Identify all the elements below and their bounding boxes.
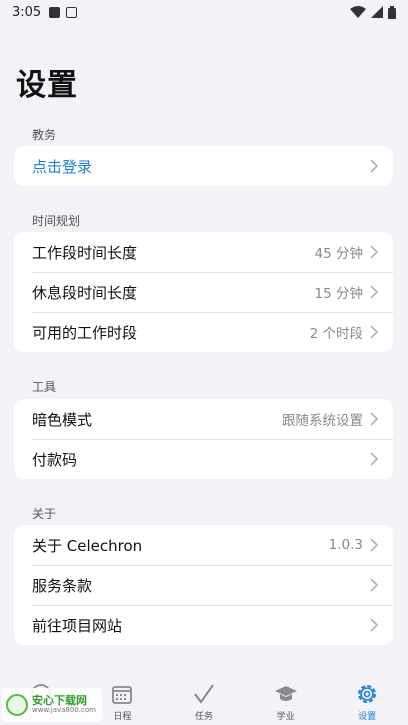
rest-duration-row[interactable]: 休息段时间长度 15 分钟	[14, 272, 393, 312]
card-time-planning: 工作段时间长度 45 分钟 休息段时间长度 15 分钟 可用的工作时段 2 个时…	[14, 232, 393, 352]
checkmark-icon	[194, 684, 214, 704]
nav-label: 学业	[276, 712, 295, 722]
dark-mode-row[interactable]: 暗色模式 跟随系统设置	[14, 399, 393, 439]
available-periods-value: 2 个时段	[309, 326, 363, 342]
wifi-icon	[350, 6, 366, 18]
nav-label: 日程	[113, 712, 132, 722]
chevron-right-icon	[370, 538, 379, 552]
nav-label: 设置	[358, 712, 377, 722]
watermark-logo-icon	[6, 694, 28, 716]
dark-mode-value: 跟随系统设置	[282, 413, 363, 429]
nav-academics[interactable]: 学业	[245, 676, 327, 725]
app-version-value: 1.0.3	[328, 537, 363, 553]
section-header-academic: 教务	[32, 128, 57, 142]
status-bar: 3:05	[0, 0, 408, 24]
chevron-right-icon	[370, 412, 379, 426]
about-app-row[interactable]: 关于 Celechron 1.0.3	[14, 525, 393, 565]
status-right-icons	[350, 5, 396, 19]
status-time: 3:05	[12, 4, 42, 20]
signal-icon	[371, 6, 383, 18]
chevron-right-icon	[370, 159, 379, 173]
section-header-time-planning: 时间规划	[32, 214, 81, 228]
nav-settings[interactable]: 设置	[326, 676, 408, 725]
screenshot-icon	[66, 6, 78, 18]
watermark-sub-text: www.java800.com	[32, 706, 96, 715]
nav-tasks[interactable]: 任务	[163, 676, 245, 725]
chevron-right-icon	[370, 618, 379, 632]
about-app-label: 关于 Celechron	[32, 536, 143, 555]
payment-code-row[interactable]: 付款码	[14, 439, 393, 479]
rest-duration-label: 休息段时间长度	[32, 283, 138, 302]
battery-icon	[388, 5, 396, 19]
card-academic: 点击登录	[14, 146, 393, 186]
card-about: 关于 Celechron 1.0.3 服务条款 前往项目网站	[14, 525, 393, 645]
chevron-right-icon	[370, 245, 379, 259]
graduation-cap-icon	[274, 686, 297, 701]
section-header-tools: 工具	[32, 380, 57, 394]
chevron-right-icon	[370, 578, 379, 592]
page-title: 设置	[16, 68, 78, 103]
login-label: 点击登录	[32, 157, 93, 176]
work-duration-value: 45 分钟	[314, 246, 363, 262]
work-duration-label: 工作段时间长度	[32, 243, 138, 262]
rest-duration-value: 15 分钟	[314, 286, 363, 302]
section-header-about: 关于	[32, 507, 57, 521]
notification-icon	[49, 6, 61, 18]
gear-icon	[358, 685, 377, 703]
available-periods-label: 可用的工作时段	[32, 323, 138, 342]
login-row[interactable]: 点击登录	[14, 146, 393, 186]
watermark: 安心下载网 www.java800.com	[2, 688, 102, 722]
chevron-right-icon	[370, 452, 379, 466]
card-tools: 暗色模式 跟随系统设置 付款码	[14, 399, 393, 479]
nav-label: 任务	[194, 712, 213, 722]
work-duration-row[interactable]: 工作段时间长度 45 分钟	[14, 232, 393, 272]
project-website-row[interactable]: 前往项目网站	[14, 605, 393, 645]
payment-code-label: 付款码	[32, 450, 78, 469]
terms-of-service-label: 服务条款	[32, 576, 93, 595]
terms-of-service-row[interactable]: 服务条款	[14, 565, 393, 605]
chevron-right-icon	[370, 285, 379, 299]
project-website-label: 前往项目网站	[32, 616, 123, 635]
chevron-right-icon	[370, 325, 379, 339]
available-periods-row[interactable]: 可用的工作时段 2 个时段	[14, 312, 393, 352]
calendar-icon	[112, 686, 133, 704]
dark-mode-label: 暗色模式	[32, 410, 93, 429]
